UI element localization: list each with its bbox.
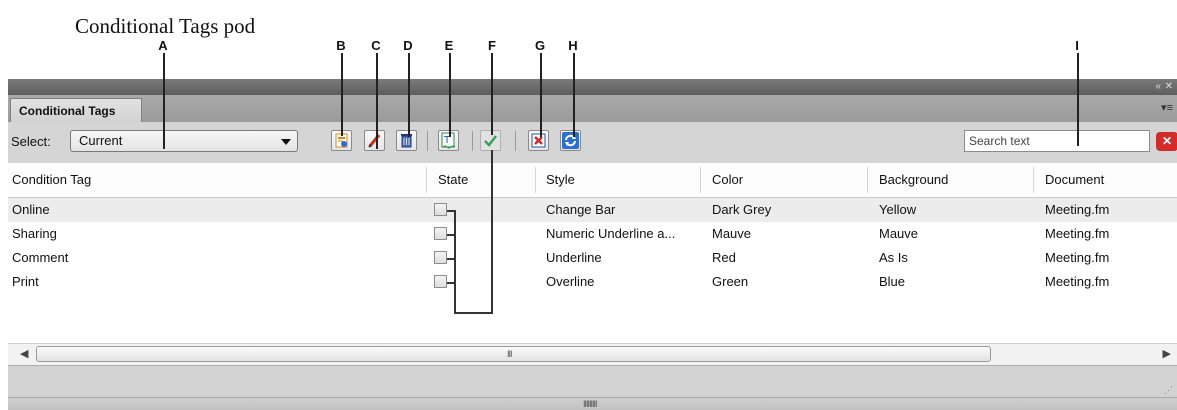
callout-c: C [371,38,381,53]
refresh-icon [562,132,579,149]
cell-style: Underline [546,250,602,265]
select-value: Current [79,133,123,148]
search-input[interactable]: Search text [964,130,1150,152]
cell-document: Meeting.fm [1045,250,1110,265]
leader-line-f [491,53,493,135]
cell-background: Yellow [879,202,917,217]
column-divider [535,167,536,193]
leader-line-c [376,53,378,149]
collapse-icon[interactable]: « [1155,81,1161,92]
cell-condition-tag: Online [12,202,50,217]
column-header-color[interactable]: Color [712,163,743,197]
delete-tag-button[interactable] [396,130,417,151]
leader-line-a [163,53,165,149]
select-dropdown[interactable]: Current [70,130,298,152]
figure-caption: Conditional Tags pod [75,14,256,38]
scroll-thumb[interactable]: III [36,346,991,362]
column-divider [1033,167,1034,193]
conditional-tags-table: Condition Tag State Style Color Backgrou… [8,163,1177,343]
clear-search-icon: ✕ [1161,134,1173,148]
panel-resize-bar[interactable]: IIIIIIIII [8,397,1177,410]
cell-style: Overline [546,274,595,289]
edit-tag-button[interactable] [364,130,385,151]
column-header-document[interactable]: Document [1045,163,1104,197]
toolbar-divider [472,131,473,151]
chevron-down-icon [281,139,291,145]
table-row[interactable]: Comment Underline Red As Is Meeting.fm [8,246,1177,270]
cell-condition-tag: Print [12,274,39,289]
table-row[interactable]: Online Change Bar Dark Grey Yellow Meeti… [8,198,1177,222]
table-row[interactable]: Sharing Numeric Underline a... Mauve Mau… [8,222,1177,246]
cell-color: Dark Grey [712,202,772,217]
table-row[interactable]: Print Overline Green Blue Meeting.fm [8,270,1177,294]
callout-b: B [336,38,346,53]
scroll-grip: III [507,349,512,359]
horizontal-scrollbar[interactable]: ◀ III ▶ [8,343,1177,366]
column-header-state[interactable]: State [438,163,468,197]
remove-tags-button[interactable] [528,130,549,151]
cell-document: Meeting.fm [1045,226,1110,241]
column-divider [867,167,868,193]
tab-strip: Conditional Tags ▾≡ [8,95,1177,123]
toolbar: Select: Current T Search text ✕ [8,122,1177,164]
column-divider [426,167,427,193]
toolbar-divider [515,131,516,151]
state-checkbox[interactable] [434,275,447,288]
leader-line-d [408,53,410,137]
status-bar: ⋰ [8,365,1177,398]
cell-document: Meeting.fm [1045,202,1110,217]
delete-tag-icon [401,134,412,148]
search-placeholder: Search text [969,134,1030,148]
scroll-right-icon[interactable]: ▶ [1163,347,1171,360]
resize-corner-icon[interactable]: ⋰ [1164,385,1173,396]
resize-grip: IIIIIIIII [583,399,597,409]
leader-line-g [540,53,542,137]
cell-condition-tag: Comment [12,250,69,265]
panel-titlebar: « ✕ [8,79,1177,95]
column-divider [700,167,701,193]
leader-line-e [449,53,451,137]
cell-document: Meeting.fm [1045,274,1110,289]
clear-search-button[interactable]: ✕ [1156,132,1177,151]
callout-g: G [534,38,546,53]
cell-color: Red [712,250,736,265]
cell-condition-tag: Sharing [12,226,57,241]
edit-tag-icon [368,134,381,148]
state-checkbox[interactable] [434,203,447,216]
cell-background: Blue [879,274,906,289]
state-checkbox[interactable] [434,251,447,264]
table-header: Condition Tag State Style Color Backgrou… [8,163,1177,198]
close-icon[interactable]: ✕ [1165,81,1173,92]
cell-color: Mauve [712,226,752,241]
cell-color: Green [712,274,749,289]
callout-a: A [158,38,168,53]
callout-i: I [1075,38,1079,53]
callout-f: F [488,38,496,53]
remove-tags-icon [531,133,546,148]
column-header-style[interactable]: Style [546,163,575,197]
tab-conditional-tags[interactable]: Conditional Tags [10,98,142,122]
refresh-button[interactable] [560,130,581,151]
state-checkbox[interactable] [434,227,447,240]
leader-line-h [573,53,575,137]
callout-d: D [403,38,413,53]
column-header-background[interactable]: Background [879,163,948,197]
leader-line-b [341,53,343,136]
select-label: Select: [11,134,51,149]
panel-menu-icon[interactable]: ▾≡ [1161,101,1173,114]
cell-background: Mauve [879,226,919,241]
cell-background: As Is [879,250,908,265]
callout-e: E [444,38,454,53]
callout-h: H [568,38,578,53]
column-header-condition-tag[interactable]: Condition Tag [12,163,91,197]
scroll-left-icon[interactable]: ◀ [20,347,28,360]
cell-style: Change Bar [546,202,616,217]
toolbar-divider [427,131,428,151]
cell-style: Numeric Underline a... [546,226,676,241]
leader-line-i [1077,53,1079,146]
